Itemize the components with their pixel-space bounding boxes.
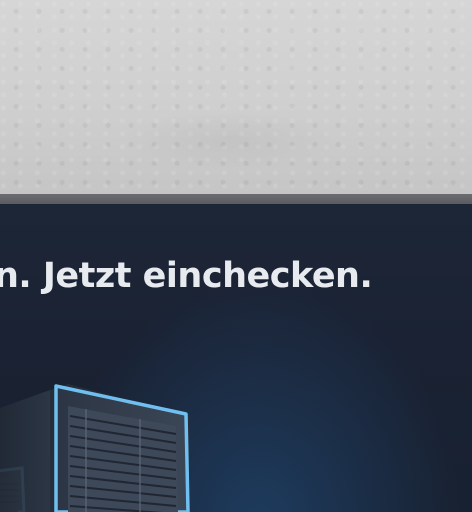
headline-text: n. Jetzt einchecken. — [0, 256, 373, 296]
server-rack-icon — [0, 384, 190, 512]
display-screen: n. Jetzt einchecken. — [0, 204, 472, 512]
wall-background — [0, 0, 472, 194]
server-rack-main — [50, 384, 190, 512]
screen-frame — [0, 194, 472, 204]
photo: n. Jetzt einchecken. — [0, 0, 472, 512]
